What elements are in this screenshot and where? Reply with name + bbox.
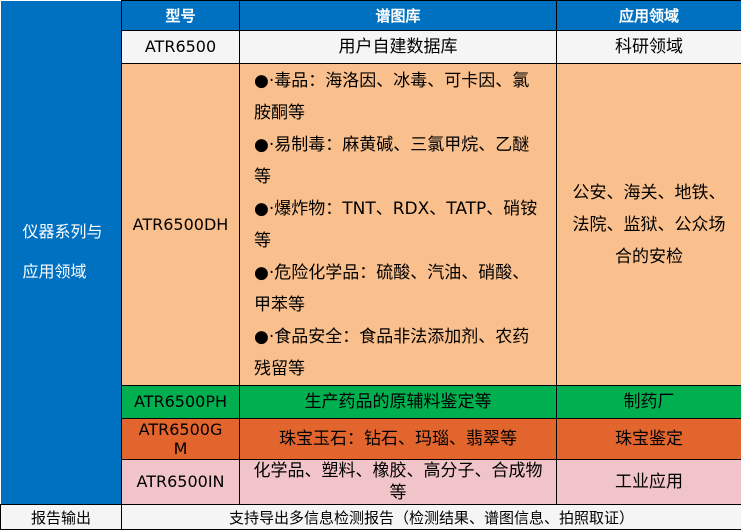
cell-model-atr6500gm: ATR6500GM — [122, 419, 240, 460]
col-header-application: 应用领域 — [557, 1, 741, 31]
cell-application-atr6500: 科研领域 — [557, 31, 741, 64]
cell-application-atr6500in: 工业应用 — [557, 460, 741, 505]
cell-model-atr6500ph: ATR6500PH — [122, 386, 240, 419]
col-header-model: 型号 — [122, 1, 240, 31]
model-label: ATR6500IN — [137, 472, 225, 491]
cell-library-atr6500gm: 珠宝玉石：钻石、玛瑙、翡翠等 — [240, 419, 557, 460]
cell-library-atr6500in: 化学品、塑料、橡胶、高分子、合成物等 — [240, 460, 557, 505]
model-label: ATR6500GM — [133, 420, 229, 458]
cell-library-atr6500ph: 生产药品的原辅料鉴定等 — [240, 386, 557, 419]
row-group-label-instrument-series: 仪器系列与 应用领域 — [1, 1, 122, 505]
model-label: ATR6500DH — [133, 215, 229, 234]
cell-model-atr6500dh: ATR6500DH — [122, 64, 240, 386]
cell-application-atr6500dh: 公安、海关、地铁、法院、监狱、公众场合的安检 — [557, 64, 741, 386]
footer-report-description: 支持导出多信息检测报告（检测结果、谱图信息、拍照取证） — [122, 505, 741, 530]
spec-table: 仪器系列与 应用领域 型号 谱图库 应用领域 ATR6500 用户自建数据库 科… — [0, 0, 741, 530]
model-label: ATR6500PH — [134, 392, 227, 411]
cell-library-atr6500dh: ●·毒品：海洛因、冰毒、可卡因、氯胺酮等 ●·易制毒：麻黄碱、三氯甲烷、乙醚等 … — [240, 64, 557, 386]
cell-model-atr6500in: ATR6500IN — [122, 460, 240, 505]
table-header-row: 仪器系列与 应用领域 型号 谱图库 应用领域 — [1, 1, 741, 31]
col-header-library: 谱图库 — [240, 1, 557, 31]
table-footer-row: 报告输出 支持导出多信息检测报告（检测结果、谱图信息、拍照取证） — [1, 505, 741, 530]
model-label: ATR6500 — [145, 37, 216, 56]
cell-application-atr6500gm: 珠宝鉴定 — [557, 419, 741, 460]
cell-model-atr6500: ATR6500 — [122, 31, 240, 64]
cell-application-atr6500ph: 制药厂 — [557, 386, 741, 419]
cell-library-atr6500: 用户自建数据库 — [240, 31, 557, 64]
footer-label-report-output: 报告输出 — [1, 505, 122, 530]
